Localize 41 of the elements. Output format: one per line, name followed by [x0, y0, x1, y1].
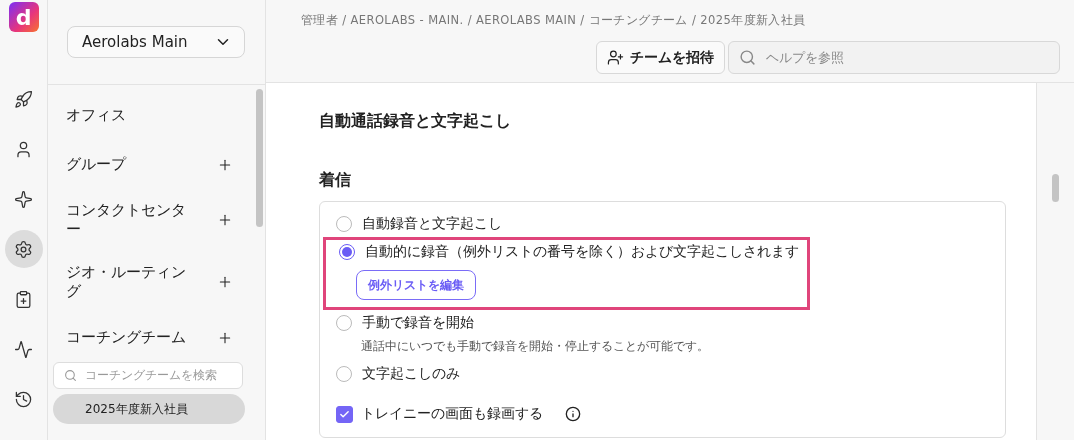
nav-item[interactable]: オフィス [66, 106, 191, 125]
radio-button[interactable] [336, 315, 352, 331]
nav-item[interactable]: コーチングチーム [66, 328, 191, 347]
checkbox[interactable] [336, 405, 353, 423]
rocket-icon [14, 89, 33, 109]
plus-icon[interactable] [217, 212, 233, 228]
section-title: 自動通話録音と文字起こし [319, 111, 512, 132]
option-label: 文字起こしのみ [362, 365, 460, 383]
search-icon [739, 49, 756, 66]
breadcrumb: 管理者 / AEROLABS - MAIN. / AEROLABS MAIN / コーチングチーム / 2025年度新入社員 [301, 13, 807, 28]
option-label: 手動で録音を開始 [362, 314, 474, 332]
scrollbar-thumb[interactable] [1052, 174, 1059, 202]
group-title: 着信 [319, 170, 352, 191]
info-icon[interactable] [565, 406, 581, 422]
radio-button[interactable] [336, 216, 352, 232]
sparkle-icon [14, 189, 33, 209]
check-icon [339, 408, 350, 420]
edit-list-button[interactable]: 例外リストを編集 [356, 270, 476, 300]
app-logo: d [8, 2, 39, 32]
option-hint: 通話中にいつでも手動で録音を開始・停止することが可能です。 [361, 338, 709, 355]
nav-item[interactable]: ジオ・ルーティング [66, 263, 191, 301]
user-icon [14, 139, 33, 159]
team-item[interactable]: 2025年度新入社員 [53, 394, 245, 424]
user-plus-icon [607, 49, 624, 66]
scrollbar-thumb[interactable] [255, 89, 263, 227]
search-icon [64, 369, 77, 382]
radio-button[interactable] [339, 244, 355, 260]
option-label: 自動的に録音（例外リストの番号を除く）および文字起こしされます [365, 243, 799, 261]
settings-icon [14, 239, 33, 259]
radio-button[interactable] [336, 366, 352, 382]
plus-icon[interactable] [217, 274, 233, 290]
nav-item[interactable]: グループ [66, 155, 191, 174]
clipboard-plus-icon [14, 289, 33, 309]
option-label: 自動録音と文字起こし [362, 215, 502, 233]
invite-button[interactable]: チームを招待 [596, 41, 725, 74]
activity-icon [14, 339, 33, 359]
rail-button[interactable] [4, 230, 43, 268]
workspace-select[interactable]: Aerolabs Main [67, 26, 245, 58]
checkbox-label: トレイニーの画面も録画する [361, 405, 543, 423]
nav-item[interactable]: コンタクトセンター [66, 201, 191, 239]
history-icon [14, 389, 33, 409]
